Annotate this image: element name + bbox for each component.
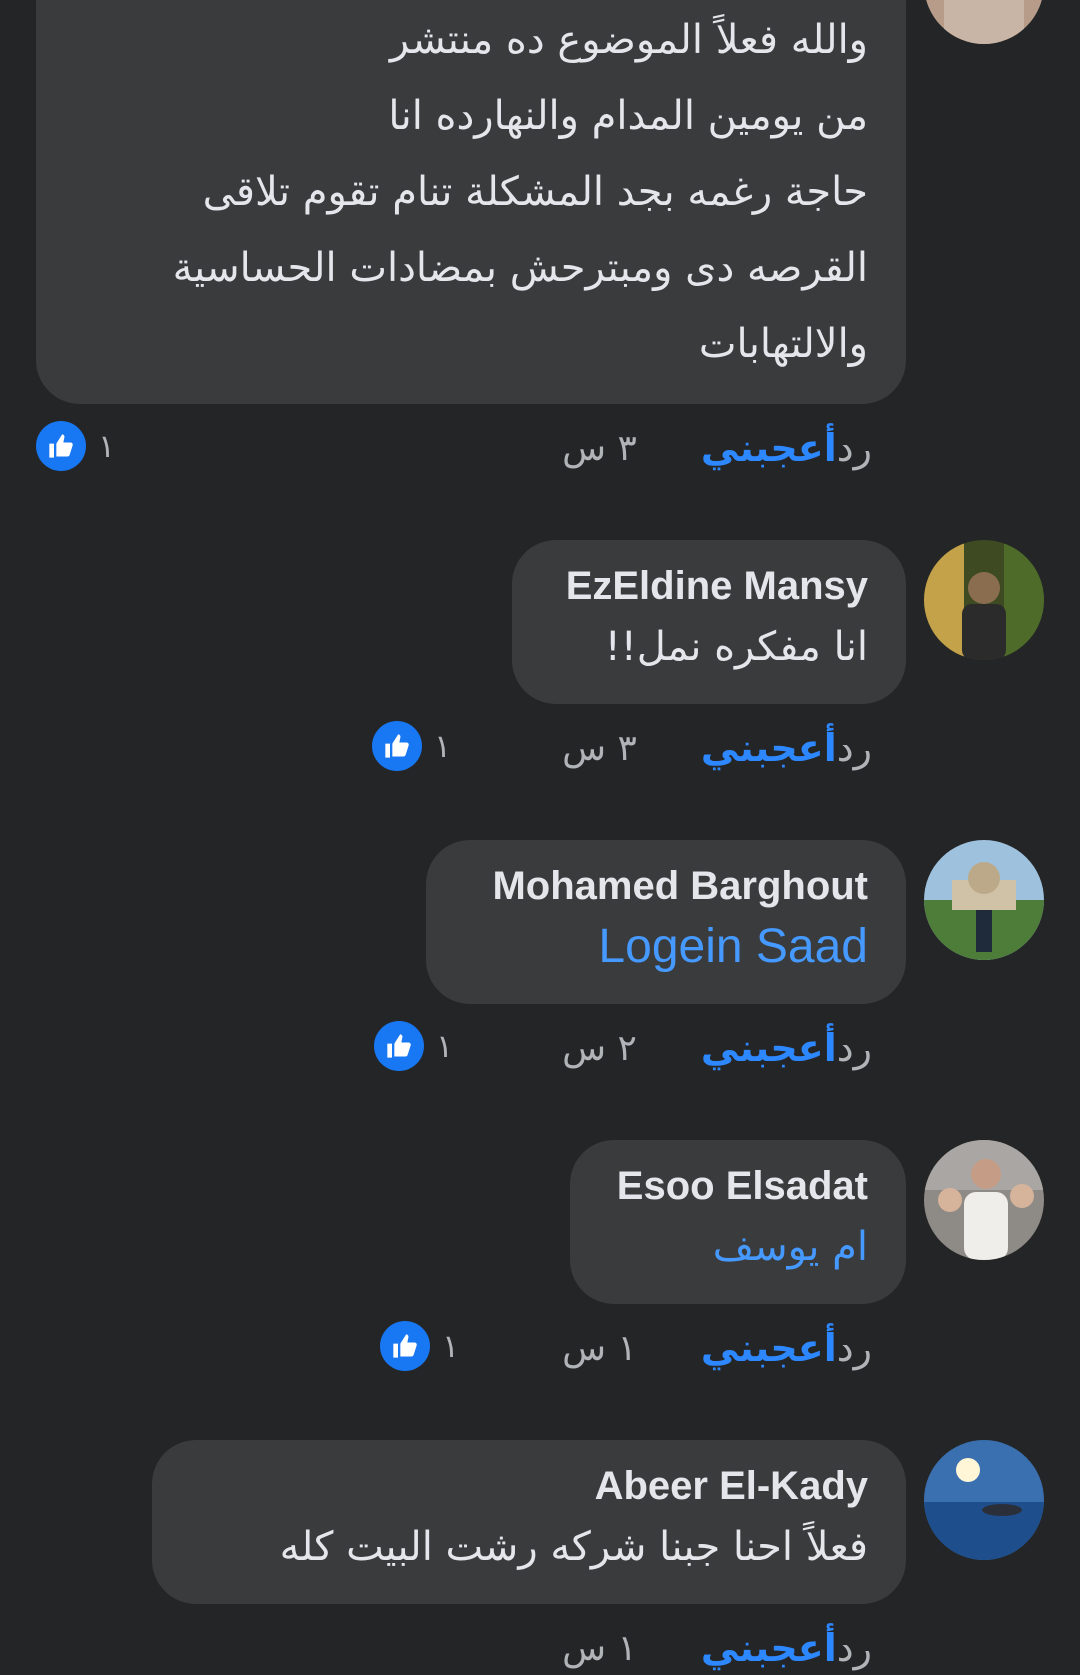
avatar-image — [924, 540, 1044, 660]
comment-actions: ٣ س أعجبني رد — [498, 718, 872, 778]
comment-text-line: القرصه دى ومبترحش بمضادات الحساسية — [172, 245, 868, 291]
avatar-image — [924, 1140, 1044, 1260]
thumbs-up-icon — [380, 1321, 430, 1371]
comment-text-line: حاجة رغمه بجد المشكلة تنام تقوم تلاقى — [202, 169, 868, 215]
comment-bubble: Mohamed Barghout Logein Saad — [426, 840, 906, 1004]
comment-bubble: Esoo Elsadat ام يوسف — [570, 1140, 906, 1304]
reaction-summary[interactable]: ١ — [374, 1016, 453, 1076]
comment-author[interactable]: Abeer El-Kady — [190, 1458, 868, 1514]
reply-button[interactable]: رد — [837, 1326, 872, 1370]
reply-button[interactable]: رد — [837, 1626, 872, 1670]
avatar[interactable] — [924, 1140, 1044, 1260]
comment-timestamp: ١ س — [562, 1627, 637, 1669]
reply-button[interactable]: رد — [837, 426, 872, 470]
mention-link[interactable]: ام يوسف — [608, 1214, 868, 1280]
comments-feed: والله فعلاً الموضوع ده منتشر من يومين ال… — [0, 0, 1080, 1675]
comment-text-line: والالتهابات — [698, 321, 868, 367]
reply-button[interactable]: رد — [837, 1026, 872, 1070]
comment-bubble: والله فعلاً الموضوع ده منتشر من يومين ال… — [36, 0, 906, 404]
reaction-summary[interactable]: ١ — [36, 416, 115, 476]
thumbs-up-icon — [36, 421, 86, 471]
comment-timestamp: ٣ س — [562, 727, 637, 769]
like-button[interactable]: أعجبني — [701, 1326, 837, 1370]
comment-actions: ١ س أعجبني رد — [498, 1318, 872, 1378]
comment-text-line: والله فعلاً الموضوع ده منتشر — [389, 17, 868, 63]
reaction-count: ١ — [98, 427, 116, 465]
reaction-count: ١ — [442, 1327, 460, 1365]
reaction-summary[interactable]: ١ — [380, 1316, 459, 1376]
comment-timestamp: ٢ س — [562, 1027, 637, 1069]
comment-actions: ٣ س أعجبني رد — [498, 418, 872, 478]
like-button[interactable]: أعجبني — [701, 726, 837, 770]
reply-button[interactable]: رد — [837, 726, 872, 770]
like-button[interactable]: أعجبني — [701, 1026, 837, 1070]
comment-text: انا مفكره نمل!! — [604, 624, 868, 670]
reaction-count: ١ — [436, 1027, 454, 1065]
thumbs-up-icon — [374, 1021, 424, 1071]
comment-author[interactable]: Esoo Elsadat — [608, 1158, 868, 1214]
comment-bubble: Abeer El-Kady فعلاً احنا جبنا شركه رشت ا… — [152, 1440, 906, 1604]
mention-link[interactable]: Logein Saad — [464, 914, 868, 980]
thumbs-up-icon — [372, 721, 422, 771]
comment-author[interactable]: Mohamed Barghout — [464, 858, 868, 914]
like-button[interactable]: أعجبني — [701, 1626, 837, 1670]
comment-actions: ١ س أعجبني رد — [498, 1618, 872, 1675]
reaction-summary[interactable]: ١ — [372, 716, 451, 776]
avatar-image — [924, 1440, 1044, 1560]
avatar-image — [924, 0, 1044, 44]
comment-author[interactable]: EzEldine Mansy — [550, 558, 868, 614]
comment-actions: ٢ س أعجبني رد — [498, 1018, 872, 1078]
avatar-image — [924, 840, 1044, 960]
comment-bubble: EzEldine Mansy انا مفكره نمل!! — [512, 540, 906, 704]
comment-timestamp: ٣ س — [562, 427, 637, 469]
like-button[interactable]: أعجبني — [701, 426, 837, 470]
avatar[interactable] — [924, 540, 1044, 660]
comment-text-line: من يومين المدام والنهارده انا — [388, 93, 868, 139]
reaction-count: ١ — [434, 727, 452, 765]
avatar[interactable] — [924, 0, 1044, 44]
comment-text: فعلاً احنا جبنا شركه رشت البيت كله — [279, 1524, 868, 1570]
comment-timestamp: ١ س — [562, 1327, 637, 1369]
avatar[interactable] — [924, 1440, 1044, 1560]
avatar[interactable] — [924, 840, 1044, 960]
